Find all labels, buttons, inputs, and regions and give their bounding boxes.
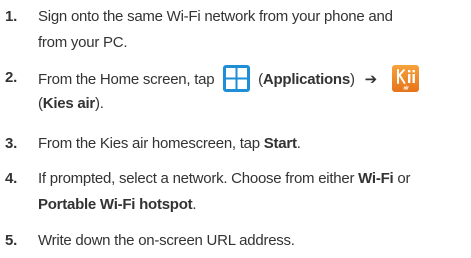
step-text-line: From the Kies air homescreen, tap Start. [38,131,470,157]
step-text: From the Kies air homescreen, tap Start. [38,131,470,157]
step-number: 2. [5,69,18,86]
step-text-part: From the Kies air homescreen, tap [38,135,264,152]
kies-air-app-icon: air [391,65,419,92]
step-number: 4. [5,170,18,187]
step-text-line: Sign onto the same Wi-Fi network from yo… [38,8,393,25]
step-text: Sign onto the same Wi-Fi network from yo… [38,4,470,56]
step-text-part: If prompted, select a network. Choose fr… [38,170,359,187]
paren: ) [349,71,355,88]
start-label: Start [263,135,297,152]
arrow-right-icon: ➔ [364,71,378,88]
step-text-line: Write down the on-screen URL address. [38,232,295,249]
applications-grid-icon [223,65,251,92]
step-text-line: Portable Wi-Fi hotspot. [38,192,470,218]
step-text-part: . [296,135,301,152]
step-number: 3. [5,135,18,152]
applications-label: Applications [262,71,350,88]
step-number: 5. [5,232,18,249]
step-text-part: ). [94,95,104,112]
portable-hotspot-label: Portable Wi-Fi hotspot [38,196,193,213]
step-text-line: From the Home screen, tap (Applications)… [38,65,470,92]
step-text-line: from your PC. [38,34,128,51]
kies-air-label: Kies air [42,95,95,112]
step-text: From the Home screen, tap (Applications)… [38,65,470,117]
kies-air-badge-text: air [403,86,409,92]
wifi-label: Wi-Fi [358,170,394,187]
step-text: If prompted, select a network. Choose fr… [38,166,470,218]
step-number: 1. [5,8,18,25]
step-text: Write down the on-screen URL address. [38,228,470,254]
step-text-part: . [192,196,197,213]
step-text-part: or [393,170,411,187]
step-text-line: If prompted, select a network. Choose fr… [38,166,470,192]
step-text-part: From the Home screen, tap [38,71,215,88]
step-text-line: (Kies air). [38,91,470,117]
